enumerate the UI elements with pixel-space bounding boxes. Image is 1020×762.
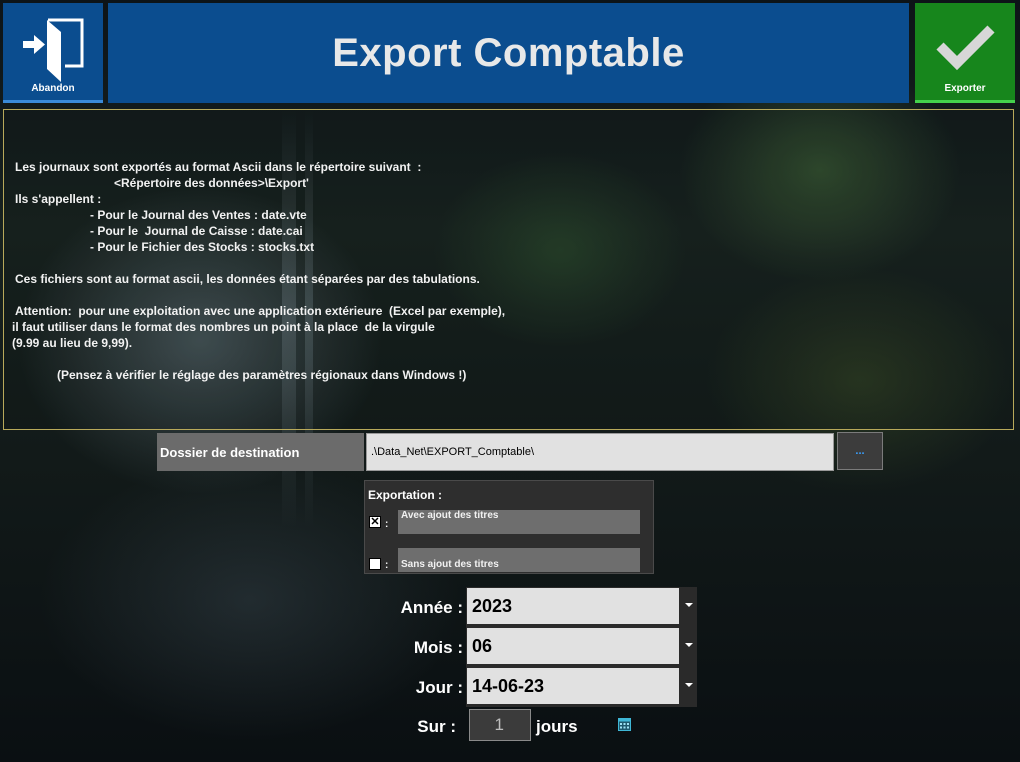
page-title: Export Comptable xyxy=(332,30,685,75)
export-label: Exporter xyxy=(944,83,986,94)
export-button[interactable]: Exporter xyxy=(915,3,1015,103)
annee-select[interactable]: 2023 xyxy=(466,587,697,627)
option-colon: : xyxy=(385,519,389,530)
option-avec-titres-checkbox[interactable]: ✕ xyxy=(369,516,381,528)
annee-label: Année : xyxy=(400,598,463,617)
exportation-group: Exportation : ✕ : Avec ajout des titres … xyxy=(364,480,654,574)
exit-door-icon xyxy=(23,18,84,82)
info-text: - Pour le Journal de Caisse : date.cai xyxy=(90,224,303,238)
chevron-down-icon[interactable] xyxy=(685,603,693,607)
info-text: - Pour le Fichier des Stocks : stocks.tx… xyxy=(90,240,315,254)
info-text: <Répertoire des données>\Export' xyxy=(114,176,309,190)
option-colon: : xyxy=(385,560,389,571)
annee-value: 2023 xyxy=(467,588,679,624)
option-sans-titres-checkbox[interactable] xyxy=(369,558,381,570)
destination-path-field[interactable]: .\Data_Net\EXPORT_Comptable\ xyxy=(366,433,834,471)
jour-label: Jour : xyxy=(415,678,463,697)
jour-select[interactable]: 14-06-23 xyxy=(466,667,697,707)
title-bar: Export Comptable xyxy=(108,3,909,103)
info-panel: Les journaux sont exportés au format Asc… xyxy=(3,109,1014,430)
info-text: Les journaux sont exportés au format Asc… xyxy=(15,160,422,174)
jours-label: jours xyxy=(536,717,578,736)
sur-label: Sur : xyxy=(417,717,456,736)
browse-button[interactable]: ... xyxy=(837,432,883,470)
info-text: Attention: pour une exploitation avec un… xyxy=(15,304,506,318)
chevron-down-icon[interactable] xyxy=(685,643,693,647)
calendar-icon[interactable] xyxy=(618,718,631,731)
exportation-title: Exportation : xyxy=(368,488,442,502)
days-count-input[interactable]: 1 xyxy=(469,709,531,741)
destination-label: Dossier de destination xyxy=(157,433,364,471)
info-text: il faut utiliser dans le format des nomb… xyxy=(12,320,435,334)
chevron-down-icon[interactable] xyxy=(685,683,693,687)
abandon-button[interactable]: Abandon xyxy=(3,3,103,103)
info-text: (9.99 au lieu de 9,99). xyxy=(12,336,133,350)
mois-value: 06 xyxy=(467,628,679,664)
checkmark-icon xyxy=(936,25,995,71)
info-text: - Pour le Journal des Ventes : date.vte xyxy=(90,208,307,222)
abandon-label: Abandon xyxy=(31,83,75,94)
info-text: Ils s'appellent : xyxy=(15,192,102,206)
info-text: Ces fichiers sont au format ascii, les d… xyxy=(15,272,480,286)
mois-label: Mois : xyxy=(413,638,463,657)
option-avec-titres-label[interactable]: Avec ajout des titres xyxy=(398,510,640,534)
jour-value: 14-06-23 xyxy=(467,668,679,704)
info-text: (Pensez à vérifier le réglage des paramè… xyxy=(57,368,467,382)
mois-select[interactable]: 06 xyxy=(466,627,697,667)
option-sans-titres-label[interactable]: Sans ajout des titres xyxy=(398,548,640,572)
